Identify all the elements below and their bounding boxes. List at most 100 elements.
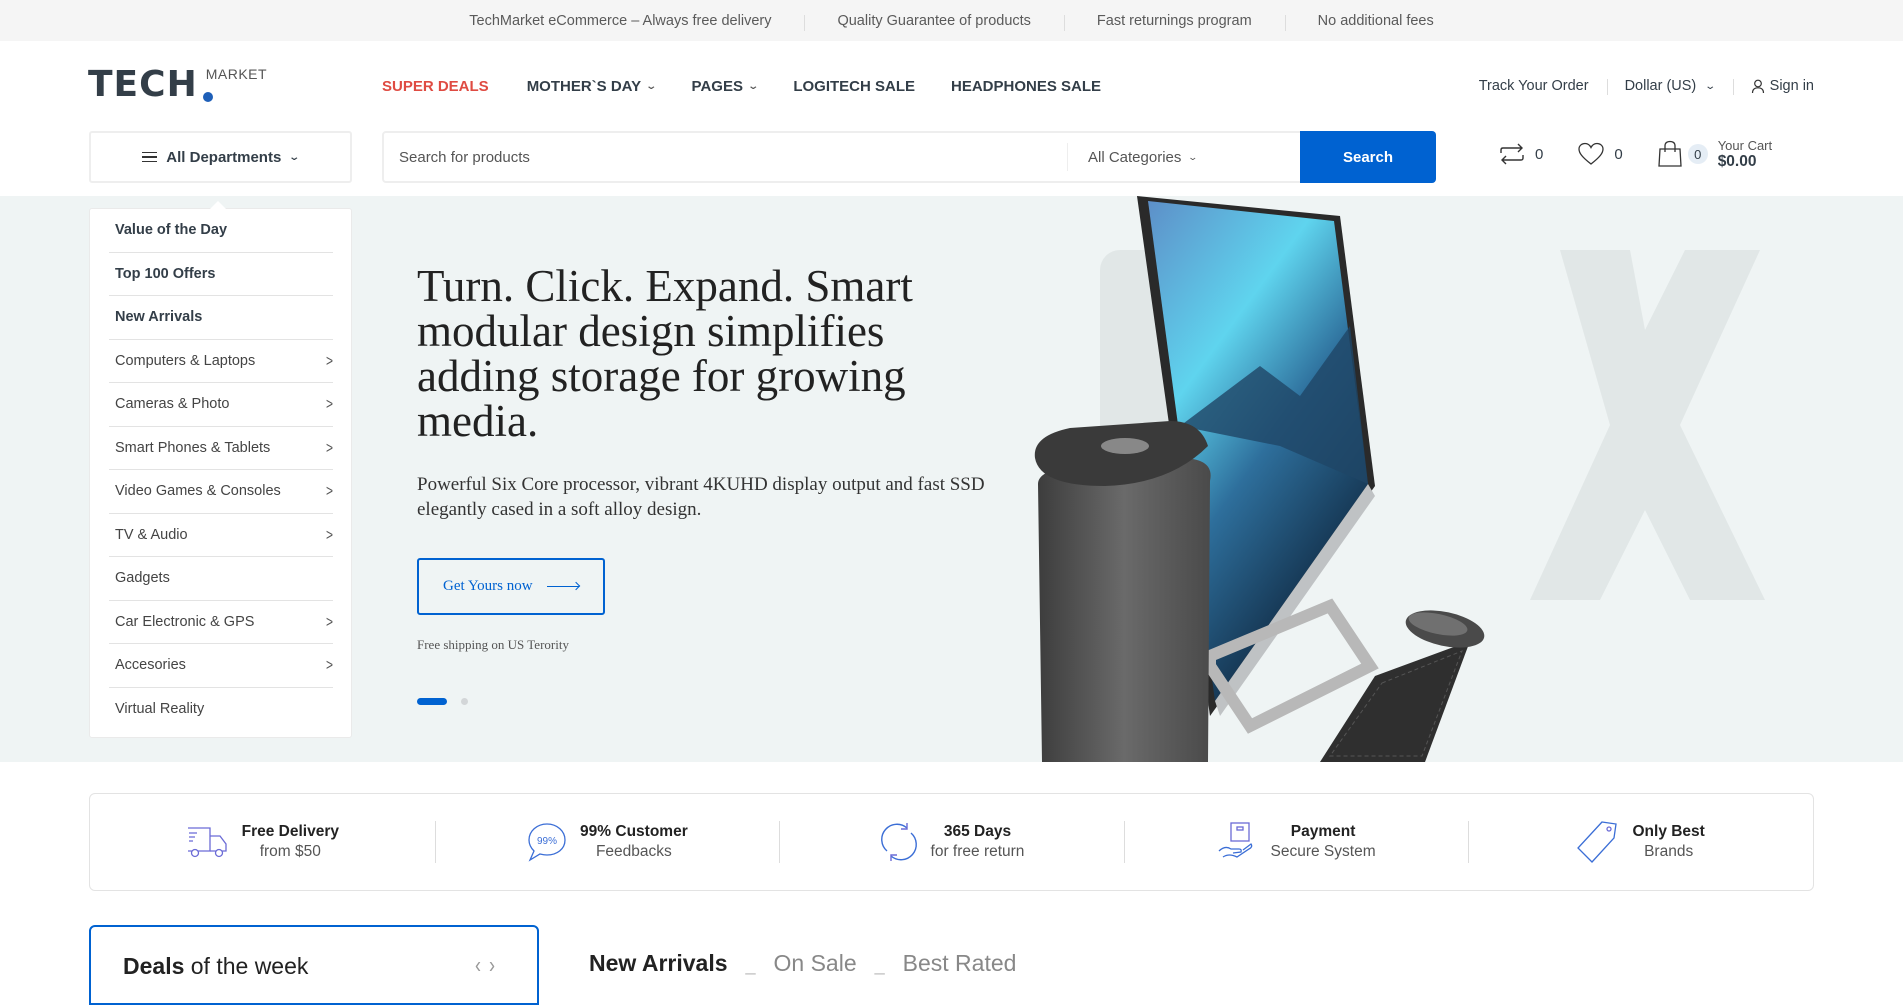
sign-in-label: Sign in: [1769, 78, 1814, 94]
hero-subtitle: Powerful Six Core processor, vibrant 4KU…: [417, 474, 985, 520]
heart-icon: [1578, 142, 1604, 165]
shopping-bag-icon: [1657, 140, 1682, 167]
nav-label: SUPER DEALS: [382, 78, 489, 95]
menu-item-label: Car Electronic & GPS: [115, 613, 255, 630]
slider-pagination: [417, 698, 468, 705]
menu-item-label: Accesories: [115, 657, 186, 674]
menu-item-smart-phones-tablets[interactable]: Smart Phones & Tablets >: [109, 427, 333, 470]
get-yours-now-button[interactable]: Get Yours now: [417, 558, 605, 615]
chevron-right-icon: >: [325, 612, 333, 631]
wishlist-button[interactable]: 0: [1577, 142, 1623, 166]
feedback-icon-text: 99%: [537, 836, 557, 847]
menu-item-label: Smart Phones & Tablets: [115, 439, 271, 456]
feature-title: 99% Customer: [580, 823, 688, 840]
chevron-right-icon[interactable]: ›: [489, 952, 503, 978]
nav-super-deals[interactable]: SUPER DEALS: [382, 78, 489, 95]
menu-item-video-games-consoles[interactable]: Video Games & Consoles >: [109, 470, 333, 514]
chevron-down-icon: ⌄: [1187, 151, 1199, 162]
cart-summary: Your Cart $0.00: [1718, 138, 1772, 170]
menu-item-top-100-offers[interactable]: Top 100 Offers: [109, 253, 333, 296]
tab-on-sale[interactable]: On Sale: [774, 950, 857, 977]
secure-payment-icon: [1218, 822, 1252, 858]
nav-label: HEADPHONES SALE: [951, 78, 1102, 95]
feature-title: Free Delivery: [241, 823, 339, 840]
chevron-right-icon: >: [325, 395, 333, 414]
nav-headphones-sale[interactable]: HEADPHONES SALE: [951, 78, 1101, 95]
topbar-message: Fast returnings program: [1063, 13, 1285, 31]
header-icons: 0 0 0 Your Cart $0.00: [1498, 138, 1772, 170]
tab-best-rated[interactable]: Best Rated: [903, 950, 1017, 977]
chevron-right-icon: >: [325, 351, 333, 370]
deals-of-the-week-panel: Deals of the week ‹›: [89, 925, 539, 1005]
chevron-left-icon[interactable]: ‹: [475, 952, 489, 978]
cart-label: Your Cart: [1717, 138, 1773, 153]
nav-mothers-day[interactable]: MOTHER`S DAY ⌄: [526, 78, 658, 95]
arrow-right-icon: [546, 586, 579, 587]
currency-label: Dollar (US): [1624, 78, 1697, 94]
feature-title: 365 Days: [943, 823, 1012, 840]
hero-shipping-note: Free shipping on US Terority: [417, 637, 569, 652]
search-button[interactable]: Search: [1300, 131, 1436, 183]
menu-item-label: Computers & Laptops: [115, 352, 256, 369]
menu-item-car-electronic-gps[interactable]: Car Electronic & GPS >: [109, 601, 333, 644]
nav-logitech-sale[interactable]: LOGITECH SALE: [793, 78, 915, 95]
menu-item-label: Cameras & Photo: [115, 396, 230, 413]
menu-item-label: Virtual Reality: [115, 701, 205, 718]
menu-icon: [142, 149, 158, 166]
tab-separator: _: [874, 955, 885, 975]
chevron-right-icon: >: [325, 656, 333, 675]
wishlist-count: 0: [1614, 145, 1623, 163]
topbar-message: Quality Guarantee of products: [804, 13, 1063, 31]
track-order-link[interactable]: Track Your Order: [1461, 78, 1607, 94]
slide-dot-active[interactable]: [417, 698, 447, 705]
return-cycle-icon: [880, 823, 917, 861]
sign-in-link[interactable]: Sign in: [1732, 78, 1814, 95]
menu-item-gadgets[interactable]: Gadgets: [109, 557, 333, 601]
chevron-right-icon: >: [325, 438, 333, 457]
price-tag-icon: [1577, 821, 1618, 863]
search-input[interactable]: [384, 133, 1067, 181]
product-tabs: New Arrivals _ On Sale _ Best Rated: [589, 950, 1016, 977]
tab-new-arrivals[interactable]: New Arrivals: [589, 950, 728, 977]
hero-title: Turn. Click. Expand. Smart modular desig…: [417, 261, 913, 446]
feature-secure-payment: Payment Secure System: [1123, 821, 1469, 863]
chevron-down-icon: ⌄: [645, 81, 658, 92]
feature-subtitle: Feedbacks: [595, 843, 672, 860]
logo[interactable]: TECH MARKET: [88, 66, 267, 103]
menu-item-cameras-photo[interactable]: Cameras & Photo >: [109, 383, 333, 427]
feature-free-delivery: Free Delivery from $50: [90, 821, 435, 863]
hero-product-image: [1034, 196, 1485, 762]
category-select[interactable]: All Categories ⌄: [1067, 143, 1300, 171]
delivery-truck-icon: [187, 827, 227, 858]
nav-label: PAGES: [691, 78, 743, 95]
menu-item-tv-audio[interactable]: TV & Audio >: [109, 514, 333, 557]
features-bar: Free Delivery from $50 99% 99% Customer Fe…: [89, 793, 1814, 891]
compare-count: 0: [1535, 145, 1544, 163]
compare-button[interactable]: 0: [1498, 142, 1543, 166]
chevron-down-icon: ⌄: [1704, 80, 1717, 92]
mouse: [1405, 610, 1485, 648]
feature-title: Payment: [1290, 823, 1356, 840]
topbar-message: No additional fees: [1284, 13, 1467, 31]
menu-item-virtual-reality[interactable]: Virtual Reality: [109, 688, 333, 732]
category-label: All Categories: [1088, 148, 1182, 166]
feature-customer-feedbacks: 99% 99% Customer Feedbacks: [434, 821, 780, 863]
hero-content: Turn. Click. Expand. Smart modular desig…: [417, 264, 1017, 653]
feature-title: Only Best: [1632, 823, 1705, 840]
nav-label: MOTHER`S DAY: [526, 78, 642, 95]
menu-item-value-of-the-day[interactable]: Value of the Day: [109, 209, 333, 253]
currency-selector[interactable]: Dollar (US) ⌄: [1606, 78, 1733, 95]
keyboard: [1320, 641, 1470, 762]
pc-tower: [1034, 421, 1211, 762]
menu-item-accesories[interactable]: Accesories >: [109, 644, 333, 688]
all-departments-button[interactable]: All Departments ⌄: [89, 131, 352, 183]
nav-pages[interactable]: PAGES ⌄: [691, 78, 759, 95]
feature-subtitle: Brands: [1644, 843, 1694, 860]
cart-button[interactable]: 0 Your Cart $0.00: [1657, 138, 1772, 170]
menu-item-computers-laptops[interactable]: Computers & Laptops >: [109, 340, 333, 383]
top-info-bar: TechMarket eCommerce – Always free deliv…: [0, 0, 1903, 41]
chevron-right-icon: >: [325, 525, 333, 544]
menu-item-new-arrivals[interactable]: New Arrivals: [109, 296, 333, 340]
slide-dot[interactable]: [461, 698, 468, 705]
nav-label: LOGITECH SALE: [793, 78, 916, 95]
